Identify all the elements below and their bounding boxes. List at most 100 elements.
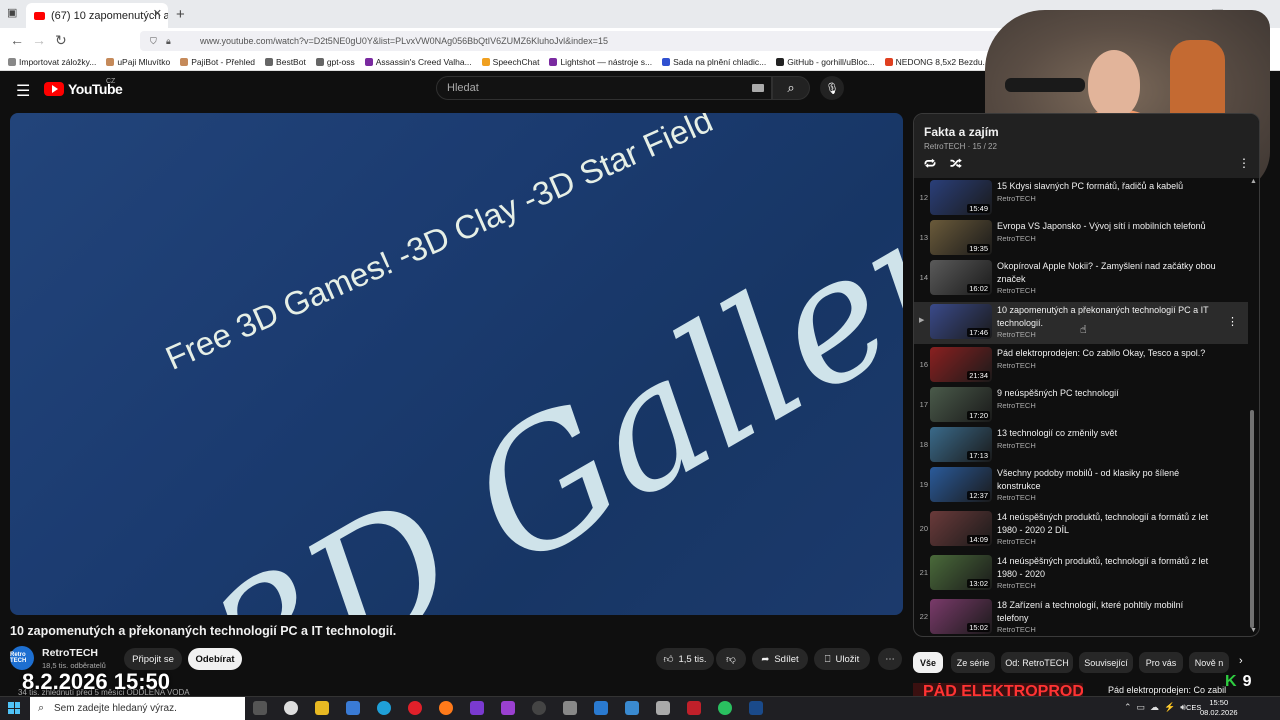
new-tab-button[interactable]: + xyxy=(176,6,185,23)
filter-chip[interactable]: Související xyxy=(1079,652,1133,673)
browser-tab[interactable]: (67) 10 zapomenutých a překonan ✕ xyxy=(26,3,168,28)
notepad-icon[interactable] xyxy=(656,701,670,715)
playlist-item[interactable]: 22 15:02 18 Zařízení a technologií, které … xyxy=(914,597,1248,636)
filter-chip[interactable]: Ze série xyxy=(951,652,995,673)
playlist-item-title: Evropa VS Japonsko - Vývoj sítí i mobiln… xyxy=(997,221,1206,231)
app-cloud-icon[interactable] xyxy=(563,701,577,715)
video-duration: 12:37 xyxy=(967,491,990,500)
join-button[interactable]: Připojit se xyxy=(124,648,182,670)
playlist-thumbnail: 12:37 xyxy=(930,467,992,502)
app-purple-icon[interactable] xyxy=(501,701,515,715)
scroll-up-icon[interactable]: ▲ xyxy=(1250,178,1257,185)
share-button[interactable]: ➦ Sdílet xyxy=(752,648,808,670)
bookmark-item[interactable]: Sada na plnění chladic... xyxy=(662,57,766,67)
clock-app-icon[interactable] xyxy=(284,701,298,715)
playlist-title[interactable]: Fakta a zajím xyxy=(924,125,999,139)
channel-avatar[interactable]: Retro TECH xyxy=(10,646,34,670)
back-button[interactable]: ← xyxy=(10,32,24,48)
more-actions-button[interactable]: ⋯ xyxy=(878,648,902,670)
app-red-icon[interactable] xyxy=(687,701,701,715)
bookmark-item[interactable]: GitHub - gorhill/uBloc... xyxy=(776,56,875,67)
bookmark-item[interactable]: Importovat záložky... xyxy=(8,57,96,67)
app-grid-icon[interactable] xyxy=(594,701,608,715)
playlist-index: 18 xyxy=(919,440,928,449)
bookmark-label: Lightshot — nástroje s... xyxy=(560,56,653,67)
edge-icon[interactable] xyxy=(377,701,391,715)
playlist-item[interactable]: 16 21:34 Pád elektroprodejen: Co zabilo Ok… xyxy=(914,345,1248,385)
bookmark-item[interactable]: SpeechChat xyxy=(481,57,539,67)
firefox-icon[interactable] xyxy=(439,701,453,715)
playlist-item[interactable]: 17 17:20 9 neúspěšných PC technologií Retro… xyxy=(914,385,1248,425)
opera-icon[interactable] xyxy=(408,701,422,715)
video-player[interactable]: Free 3D Games! -3D Clay -3D Star Field 3… xyxy=(10,113,903,615)
playlist-item[interactable]: 14 16:02 Okopíroval Apple Nokii? - Zamyšle… xyxy=(914,258,1248,298)
taskbar-clock[interactable]: 15:50 08.02.2026 xyxy=(1200,698,1238,718)
task-view-icon[interactable] xyxy=(253,701,267,715)
app-box-icon[interactable] xyxy=(625,701,639,715)
playlist-item-title: 15 Kdysi slavných PC formátů, řadičů a k… xyxy=(997,181,1184,191)
app-u-icon[interactable] xyxy=(718,701,732,715)
bookmark-item[interactable]: Lightshot — nástroje s... xyxy=(549,57,652,67)
scroll-down-icon[interactable]: ▼ xyxy=(1250,627,1257,634)
bookmark-item[interactable]: gpt-oss xyxy=(315,57,355,67)
channel-name[interactable]: RetroTECH xyxy=(42,647,98,659)
filter-chip[interactable]: Vše xyxy=(913,652,943,673)
video-duration: 17:13 xyxy=(967,451,990,460)
clock-time: 15:50 xyxy=(1209,698,1229,707)
menu-icon[interactable]: ☰ xyxy=(16,81,30,101)
taskbar-search-input[interactable]: ⌕ Sem zadejte hledaný výraz. xyxy=(30,697,245,720)
bookmark-label: GitHub - gorhill/uBloc... xyxy=(787,56,875,67)
windows-taskbar: ⌕ Sem zadejte hledaný výraz. ⌃▭☁⚡🔊︎ CES … xyxy=(0,696,1280,720)
bookmark-item[interactable]: BestBot xyxy=(265,57,306,67)
playlist-item[interactable]: 20 14:09 14 neúspěšných produktů, technolo… xyxy=(914,509,1248,549)
filter-chip[interactable]: Nově n xyxy=(1189,652,1229,673)
playlist-thumbnail: 17:46 xyxy=(930,304,992,339)
reload-button[interactable]: ↻ xyxy=(55,32,67,49)
tab-close-icon[interactable]: ✕ xyxy=(153,7,162,20)
mouse-cursor-icon: ☝︎ xyxy=(1080,324,1087,336)
keyboard-icon[interactable] xyxy=(752,84,764,92)
streak-count: 9 xyxy=(1242,673,1252,690)
shuffle-icon[interactable]: 🔀︎ xyxy=(950,156,962,173)
playlist-item[interactable]: 19 12:37 Všechny podoby mobilů - od klasik… xyxy=(914,465,1248,505)
chevron-right-icon[interactable]: › xyxy=(1239,655,1243,667)
file-explorer-icon[interactable] xyxy=(315,701,329,715)
forward-button[interactable]: → xyxy=(32,32,46,48)
bookmark-item[interactable]: PajiBot - Přehled xyxy=(180,57,255,67)
url-bar[interactable]: ⛉ 🔒︎ www.youtube.com/watch?v=D2t5NE0gU0Y… xyxy=(140,31,1000,51)
save-button[interactable]: ⎕ Uložit xyxy=(814,648,870,670)
filter-chip[interactable]: Od: RetroTECH xyxy=(1001,652,1073,673)
app-f-icon[interactable] xyxy=(470,701,484,715)
playlist-item[interactable]: 18 17:13 13 technologií co změnily svět Ret… xyxy=(914,425,1248,465)
bookmark-item[interactable]: Assassin's Creed Valha... xyxy=(364,56,472,67)
video-duration: 17:46 xyxy=(967,328,990,337)
playlist-item[interactable]: 13 19:35 Evropa VS Japonsko - Vývoj sítí i… xyxy=(914,218,1248,258)
system-tray-icons[interactable]: ⌃▭☁⚡🔊︎ xyxy=(1124,702,1191,713)
playlist-item[interactable]: 12 15:49 15 Kdysi slavných PC formátů, řad… xyxy=(914,178,1248,218)
filter-chip[interactable]: Pro vás xyxy=(1139,652,1183,673)
item-menu-icon[interactable]: ⋮ xyxy=(1227,315,1238,328)
search-button[interactable]: ⌕ xyxy=(772,76,810,100)
dislike-button[interactable]: 👎︎ xyxy=(716,648,746,670)
bookmark-item[interactable]: NEDONG 8,5x2 Bezdu... xyxy=(884,57,990,67)
bookmark-label: Assassin's Creed Valha... xyxy=(375,56,472,67)
lock-icon: 🔒︎ xyxy=(166,35,171,46)
tab-title: (67) 10 zapomenutých a překonan xyxy=(51,9,168,22)
browser-menu-icon[interactable]: ▣ xyxy=(7,6,17,19)
subscribe-button[interactable]: Odebírat xyxy=(188,648,242,670)
voice-search-button[interactable]: 🎙︎ xyxy=(820,76,844,100)
playlist-menu-icon[interactable]: ⋮ xyxy=(1238,156,1250,170)
bookmark-favicon-icon xyxy=(106,57,115,66)
store-icon[interactable] xyxy=(346,701,360,715)
playlist-item[interactable]: 21 13:02 14 neúspěšných produktů, technolo… xyxy=(914,553,1248,593)
obs-icon[interactable] xyxy=(532,701,546,715)
loop-icon[interactable]: 🔁︎ xyxy=(924,156,936,173)
bookmark-item[interactable]: uPaji Mluvítko xyxy=(106,57,170,67)
search-input[interactable]: Hledat xyxy=(436,76,772,100)
playlist-item-channel: RetroTECH xyxy=(997,441,1036,450)
like-button[interactable]: 👍︎ 1,5 tis. xyxy=(656,648,714,670)
playlist-scrollbar[interactable] xyxy=(1250,410,1254,628)
steam-icon[interactable] xyxy=(749,701,763,715)
start-button[interactable] xyxy=(8,702,20,714)
join-label: Připojit se xyxy=(132,653,174,665)
